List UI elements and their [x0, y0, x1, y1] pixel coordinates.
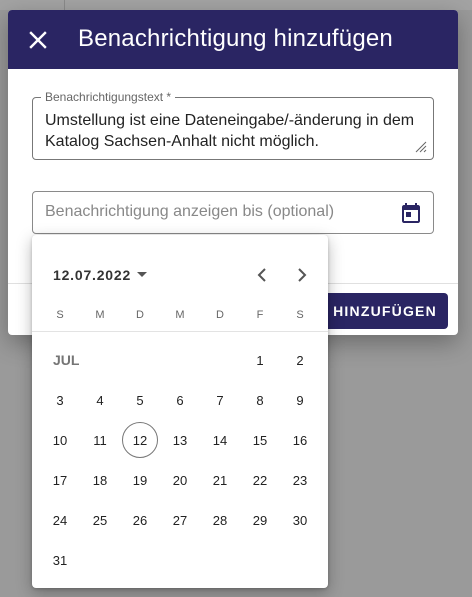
- day-cell[interactable]: 4: [82, 382, 118, 418]
- dropdown-arrow-icon: [137, 272, 148, 277]
- add-button[interactable]: HINZUFÜGEN: [322, 293, 448, 329]
- day-cell[interactable]: 10: [42, 422, 78, 458]
- weekday-label: S: [296, 309, 304, 321]
- weekday-label: S: [56, 309, 64, 321]
- day-cell[interactable]: 19: [122, 462, 158, 498]
- backdrop-page-strip: [0, 0, 472, 10]
- next-month-icon[interactable]: [290, 263, 314, 287]
- notification-text-value[interactable]: Umstellung ist eine Dateneingabe/-änderu…: [45, 110, 415, 152]
- day-cell[interactable]: 15: [242, 422, 278, 458]
- day-cell[interactable]: 30: [282, 502, 318, 538]
- selected-date-label: 12.07.2022: [53, 267, 132, 283]
- weekday-header: S M D M D F S: [40, 309, 320, 325]
- calendar-icon[interactable]: [399, 201, 423, 225]
- month-abbreviation: JUL: [53, 352, 80, 368]
- day-cell[interactable]: 14: [202, 422, 238, 458]
- day-cell[interactable]: 20: [162, 462, 198, 498]
- weekday-label: D: [136, 309, 144, 321]
- previous-month-icon[interactable]: [250, 263, 274, 287]
- day-cell[interactable]: 5: [122, 382, 158, 418]
- day-cell[interactable]: 26: [122, 502, 158, 538]
- day-cell[interactable]: 22: [242, 462, 278, 498]
- day-cell[interactable]: 2: [282, 342, 318, 378]
- weekday-label: F: [256, 309, 264, 321]
- day-cell[interactable]: 31: [42, 542, 78, 578]
- day-cell[interactable]: 3: [42, 382, 78, 418]
- datepicker-popup: 12.07.2022 S M D M D F S JUL 1 2 3 4 5 6 7 8 9 10…: [32, 235, 328, 588]
- day-cell[interactable]: 11: [82, 422, 118, 458]
- resize-handle-icon[interactable]: [413, 139, 427, 153]
- day-cell[interactable]: 6: [162, 382, 198, 418]
- day-cell[interactable]: 1: [242, 342, 278, 378]
- backdrop-divider: [64, 0, 65, 10]
- close-icon: [29, 31, 47, 49]
- day-cell[interactable]: 16: [282, 422, 318, 458]
- day-cell[interactable]: 18: [82, 462, 118, 498]
- day-cell[interactable]: 9: [282, 382, 318, 418]
- day-cell[interactable]: 29: [242, 502, 278, 538]
- weekday-label: M: [175, 309, 185, 321]
- weekday-label: D: [216, 309, 224, 321]
- day-cell[interactable]: 27: [162, 502, 198, 538]
- dialog-title: Benachrichtigung hinzufügen: [78, 25, 393, 52]
- close-button[interactable]: [24, 26, 52, 54]
- day-cell[interactable]: 24: [42, 502, 78, 538]
- day-cell[interactable]: 17: [42, 462, 78, 498]
- day-cell[interactable]: 8: [242, 382, 278, 418]
- day-cell[interactable]: 7: [202, 382, 238, 418]
- day-cell[interactable]: 28: [202, 502, 238, 538]
- day-cell[interactable]: 23: [282, 462, 318, 498]
- notification-text-field[interactable]: Benachrichtigungstext * Umstellung ist e…: [32, 91, 434, 160]
- show-until-date-field[interactable]: Benachrichtigung anzeigen bis (optional): [32, 191, 434, 234]
- day-cell[interactable]: 25: [82, 502, 118, 538]
- month-year-selector[interactable]: 12.07.2022: [53, 267, 148, 283]
- dialog-header: Benachrichtigung hinzufügen: [8, 10, 458, 69]
- day-cell[interactable]: 13: [162, 422, 198, 458]
- day-cell[interactable]: 21: [202, 462, 238, 498]
- weekday-divider: [32, 331, 328, 332]
- notification-text-label: Benachrichtigungstext *: [41, 91, 176, 104]
- show-until-date-placeholder: Benachrichtigung anzeigen bis (optional): [45, 203, 335, 220]
- day-cell-today[interactable]: 12: [122, 422, 158, 458]
- weekday-label: M: [95, 309, 105, 321]
